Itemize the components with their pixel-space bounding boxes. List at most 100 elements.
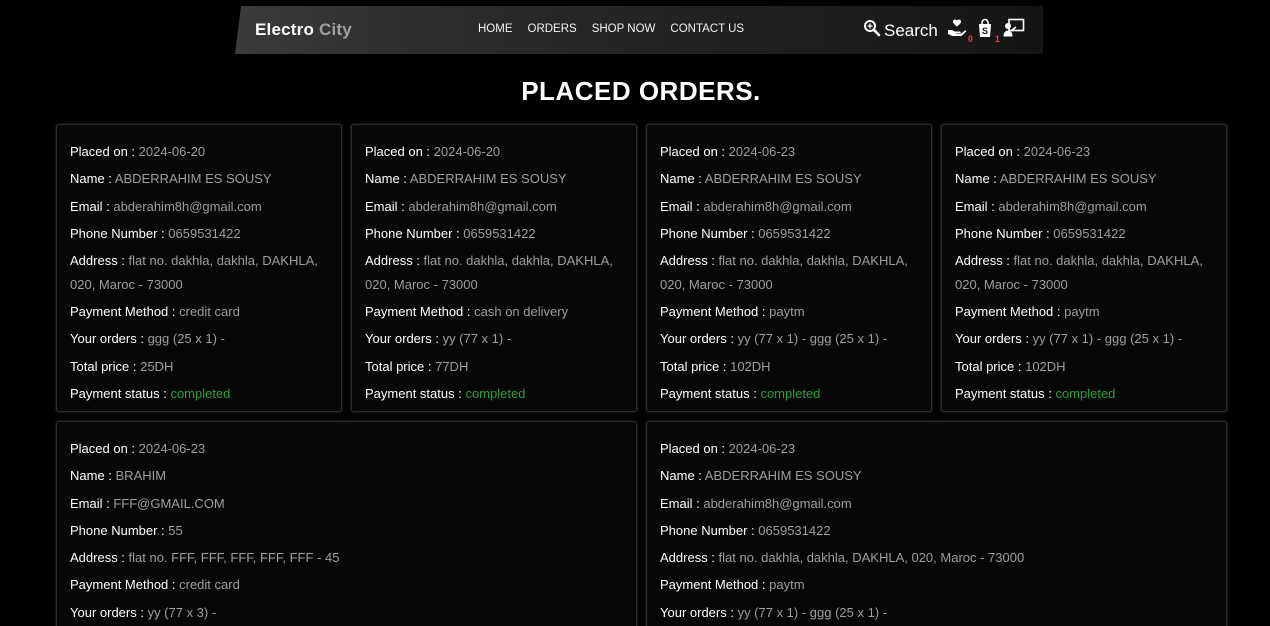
payment-method-label: Payment Method : bbox=[365, 304, 475, 320]
your-orders-label: Your orders : bbox=[660, 604, 738, 620]
phone-value: 0659531422 bbox=[758, 522, 831, 538]
address-label: Address : bbox=[70, 550, 129, 566]
placed-on-label: Placed on : bbox=[70, 144, 139, 159]
placed-on-row: Placed on : 2024-06-23 bbox=[660, 435, 1213, 462]
email-row: Email : abderahim8h@gmail.com bbox=[70, 193, 328, 220]
payment-method-row: Payment Method : cash on delivery bbox=[365, 298, 623, 325]
search-button[interactable]: Search bbox=[863, 19, 938, 42]
your-orders-value: yy (77 x 3) - bbox=[147, 604, 217, 620]
placed-on-value: 2024-06-20 bbox=[138, 144, 206, 159]
email-label: Email : bbox=[70, 198, 114, 214]
user-button[interactable] bbox=[1003, 18, 1025, 43]
your-orders-label: Your orders : bbox=[660, 331, 738, 347]
email-value: abderahim8h@gmail.com bbox=[703, 198, 852, 214]
name-row: Name : ABDERRAHIM ES SOUSY bbox=[955, 165, 1213, 192]
placed-on-row: Placed on : 2024-06-23 bbox=[660, 138, 918, 165]
total-price-label: Total price : bbox=[955, 358, 1026, 374]
total-price-value: 25DH bbox=[140, 358, 174, 374]
name-value: ABDERRAHIM ES SOUSY bbox=[704, 468, 862, 484]
name-row: Name : ABDERRAHIM ES SOUSY bbox=[365, 165, 623, 192]
placed-on-row: Placed on : 2024-06-20 bbox=[365, 138, 623, 165]
phone-value: 0659531422 bbox=[758, 225, 831, 241]
site-header: Electro City HOME ORDERS SHOP NOW CONTAC… bbox=[235, 6, 1043, 54]
name-label: Name : bbox=[70, 468, 116, 484]
email-label: Email : bbox=[660, 198, 704, 214]
your-orders-value: ggg (25 x 1) - bbox=[147, 331, 225, 347]
phone-label: Phone Number : bbox=[70, 522, 169, 538]
phone-value: 0659531422 bbox=[168, 225, 241, 241]
address-label: Address : bbox=[70, 253, 129, 269]
email-row: Email : abderahim8h@gmail.com bbox=[660, 490, 1213, 517]
payment-status-value: completed bbox=[760, 386, 821, 402]
brand-name: Electro bbox=[255, 20, 315, 39]
payment-status-label: Payment status : bbox=[955, 386, 1056, 402]
your-orders-value: yy (77 x 1) - ggg (25 x 1) - bbox=[737, 331, 888, 347]
name-row: Name : BRAHIM bbox=[70, 462, 623, 489]
address-value: flat no. dakhla, dakhla, DAKHLA, 020, Ma… bbox=[718, 550, 1025, 566]
payment-method-value: paytm bbox=[1064, 304, 1100, 320]
cart-button[interactable]: S 1 bbox=[976, 18, 1000, 44]
your-orders-row: Your orders : ggg (25 x 1) - bbox=[70, 325, 328, 352]
placed-on-value: 2024-06-20 bbox=[433, 144, 501, 159]
search-icon bbox=[863, 19, 881, 42]
placed-on-value: 2024-06-23 bbox=[728, 144, 796, 159]
payment-status-label: Payment status : bbox=[660, 386, 761, 402]
total-price-row: Total price : 77DH bbox=[365, 353, 623, 380]
total-price-label: Total price : bbox=[70, 358, 141, 374]
address-label: Address : bbox=[955, 253, 1014, 269]
phone-value: 0659531422 bbox=[1053, 225, 1126, 241]
placed-on-row: Placed on : 2024-06-20 bbox=[70, 138, 328, 165]
your-orders-value: yy (77 x 1) - ggg (25 x 1) - bbox=[737, 604, 888, 620]
your-orders-row: Your orders : yy (77 x 1) - ggg (25 x 1)… bbox=[660, 599, 1213, 626]
wishlist-button[interactable]: 0 bbox=[947, 18, 973, 44]
name-label: Name : bbox=[365, 171, 410, 187]
name-value: ABDERRAHIM ES SOUSY bbox=[409, 171, 567, 187]
email-label: Email : bbox=[660, 495, 704, 511]
payment-method-value: cash on delivery bbox=[474, 304, 569, 320]
nav-home[interactable]: HOME bbox=[478, 23, 513, 35]
placed-on-row: Placed on : 2024-06-23 bbox=[70, 435, 623, 462]
svg-text:S: S bbox=[982, 26, 988, 36]
email-value: abderahim8h@gmail.com bbox=[408, 198, 557, 214]
name-label: Name : bbox=[70, 171, 115, 187]
payment-method-value: credit card bbox=[179, 304, 240, 320]
address-label: Address : bbox=[365, 253, 424, 269]
payment-status-row: Payment status : completed bbox=[955, 380, 1213, 407]
name-label: Name : bbox=[660, 468, 705, 484]
email-row: Email : abderahim8h@gmail.com bbox=[365, 193, 623, 220]
name-label: Name : bbox=[660, 171, 705, 187]
your-orders-row: Your orders : yy (77 x 1) - bbox=[365, 325, 623, 352]
payment-status-label: Payment status : bbox=[70, 386, 171, 402]
brand-logo[interactable]: Electro City bbox=[255, 20, 352, 40]
order-card: Placed on : 2024-06-20 Name : ABDERRAHIM… bbox=[56, 124, 342, 412]
address-row: Address : flat no. dakhla, dakhla, DAKHL… bbox=[660, 544, 1213, 571]
payment-status-row: Payment status : completed bbox=[660, 380, 918, 407]
nav-orders[interactable]: ORDERS bbox=[528, 23, 577, 35]
placed-on-value: 2024-06-23 bbox=[728, 441, 796, 456]
page-title: PLACED ORDERS. bbox=[521, 76, 761, 106]
total-price-value: 102DH bbox=[1025, 358, 1066, 374]
total-price-value: 77DH bbox=[435, 358, 469, 374]
name-row: Name : ABDERRAHIM ES SOUSY bbox=[660, 462, 1213, 489]
order-card: Placed on : 2024-06-23 Name : ABDERRAHIM… bbox=[646, 124, 932, 412]
payment-method-row: Payment Method : credit card bbox=[70, 298, 328, 325]
phone-value: 0659531422 bbox=[463, 225, 536, 241]
payment-method-row: Payment Method : paytm bbox=[660, 298, 918, 325]
email-value: abderahim8h@gmail.com bbox=[998, 198, 1147, 214]
email-label: Email : bbox=[955, 198, 999, 214]
nav-shop-now[interactable]: SHOP NOW bbox=[592, 23, 656, 35]
email-row: Email : FFF@GMAIL.COM bbox=[70, 490, 623, 517]
address-row: Address : flat no. dakhla, dakhla, DAKHL… bbox=[955, 247, 1213, 298]
phone-row: Phone Number : 55 bbox=[70, 517, 623, 544]
address-label: Address : bbox=[660, 253, 719, 269]
placed-on-value: 2024-06-23 bbox=[1023, 144, 1091, 159]
cart-count: 1 bbox=[994, 34, 1000, 44]
placed-on-label: Placed on : bbox=[660, 441, 729, 456]
email-row: Email : abderahim8h@gmail.com bbox=[955, 193, 1213, 220]
payment-method-label: Payment Method : bbox=[955, 304, 1065, 320]
your-orders-row: Your orders : yy (77 x 3) - bbox=[70, 599, 623, 626]
nav-contact-us[interactable]: CONTACT US bbox=[670, 23, 744, 35]
your-orders-row: Your orders : yy (77 x 1) - ggg (25 x 1)… bbox=[660, 325, 918, 352]
header-icons: Search 0 S 1 bbox=[863, 18, 1025, 44]
address-row: Address : flat no. dakhla, dakhla, DAKHL… bbox=[70, 247, 328, 298]
